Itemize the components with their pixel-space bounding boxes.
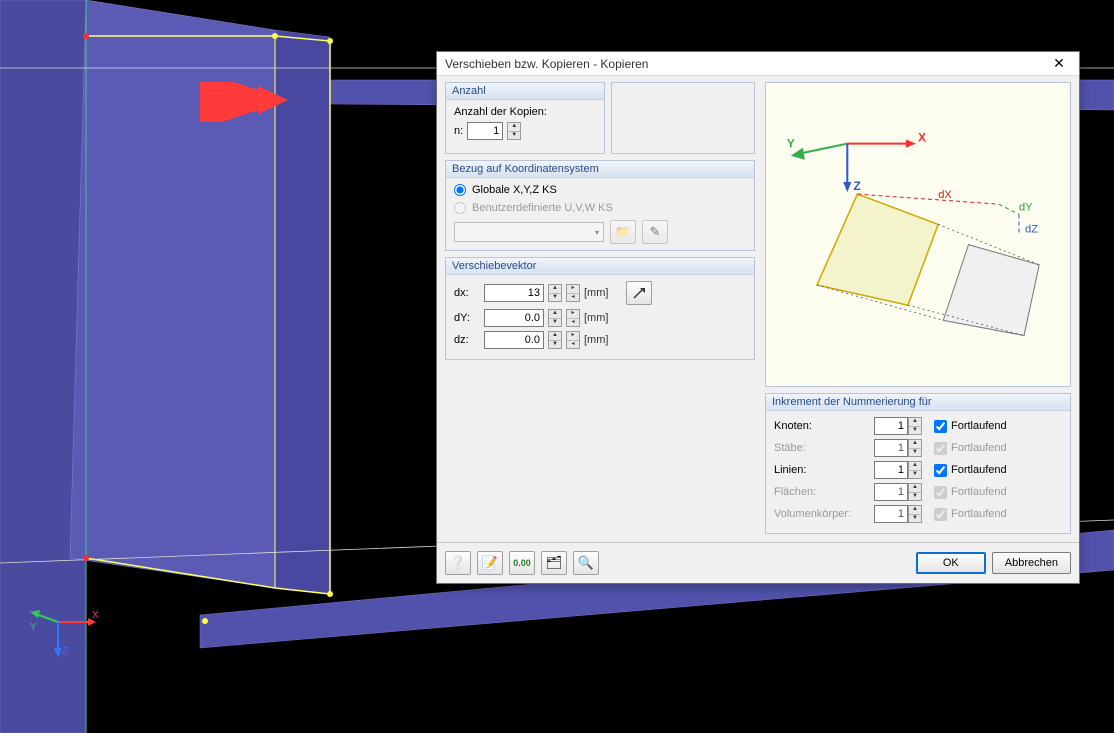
n-label: n: (454, 125, 463, 137)
copies-spinner[interactable]: ▲▼ (507, 122, 521, 140)
inc-continuous-check (934, 442, 947, 455)
dy-spinner-coarse[interactable]: ▸◂ (566, 309, 580, 327)
inc-value-input (874, 505, 908, 523)
cancel-button[interactable]: Abbrechen (992, 552, 1071, 574)
dialog-title: Verschieben bzw. Kopieren - Kopieren (445, 57, 648, 71)
dx-label: dx: (454, 287, 480, 299)
help-button[interactable]: ❔ (445, 551, 471, 575)
inc-spinner[interactable]: ▲▼ (908, 461, 922, 479)
radio-user (454, 202, 466, 214)
group-vector: Verschiebevektor dx: ▲▼ ▸◂ [mm] (445, 257, 755, 360)
group-increment: Inkrement der Nummerierung für Knoten: ▲▼… (765, 393, 1071, 534)
inc-label: Linien: (774, 464, 874, 476)
close-button[interactable]: ✕ (1039, 52, 1079, 75)
inc-continuous-check (934, 508, 947, 521)
dy-unit: [mm] (584, 312, 608, 324)
dy-label: dY: (454, 312, 480, 324)
prev-z: Z (853, 179, 861, 193)
group-bezug: Bezug auf Koordinatensystem Globale X,Y,… (445, 160, 755, 251)
inc-label: Knoten: (774, 420, 874, 432)
cs-open-button: 📁 (610, 220, 636, 244)
dx-input[interactable] (484, 284, 544, 302)
cs-new-button: ✎ (642, 220, 668, 244)
move-copy-dialog: Verschieben bzw. Kopieren - Kopieren ✕ A… (436, 51, 1080, 584)
group-anzahl-head: Anzahl (446, 83, 604, 100)
cs-combo: ▾ (454, 222, 604, 242)
group-anzahl: Anzahl Anzahl der Kopien: n: ▲▼ (445, 82, 605, 154)
prev-y: Y (787, 137, 795, 151)
gizmo-x: X (92, 610, 99, 621)
radio-global[interactable] (454, 184, 466, 196)
copies-input[interactable] (467, 122, 503, 140)
axis-gizmo: X Y Z (30, 600, 100, 663)
prev-dz: dZ (1025, 223, 1038, 235)
gizmo-y: Y (30, 622, 37, 633)
radio-global-label: Globale X,Y,Z KS (472, 184, 557, 196)
increment-row-2: Linien: ▲▼ Fortlaufend (774, 461, 1062, 479)
inc-continuous-label: Fortlaufend (951, 508, 1007, 520)
inc-continuous-check[interactable] (934, 464, 947, 477)
increment-row-4: Volumenkörper: ▲▼ Fortlaufend (774, 505, 1062, 523)
inc-continuous-check (934, 486, 947, 499)
inc-value-input[interactable] (874, 461, 908, 479)
inc-continuous-label: Fortlaufend (951, 420, 1007, 432)
radio-user-label: Benutzerdefinierte U,V,W KS (472, 202, 613, 214)
inc-label: Volumenkörper: (774, 508, 874, 520)
dz-spinner-coarse[interactable]: ▸◂ (566, 331, 580, 349)
gizmo-z: Z (62, 646, 68, 657)
inc-continuous-label: Fortlaufend (951, 486, 1007, 498)
blank-options-box (611, 82, 755, 154)
prev-dy: dY (1019, 201, 1033, 213)
inc-continuous-label: Fortlaufend (951, 464, 1007, 476)
inc-continuous-check[interactable] (934, 420, 947, 433)
dz-input[interactable] (484, 331, 544, 349)
increment-row-3: Flächen: ▲▼ Fortlaufend (774, 483, 1062, 501)
inc-value-input (874, 439, 908, 457)
preview-pane: X Y Z dX dY dZ (765, 82, 1071, 387)
dy-input[interactable] (484, 309, 544, 327)
titlebar[interactable]: Verschieben bzw. Kopieren - Kopieren ✕ (437, 52, 1079, 76)
dx-spinner-coarse[interactable]: ▸◂ (566, 284, 580, 302)
group-vector-head: Verschiebevektor (446, 258, 754, 275)
prev-dx: dX (938, 189, 952, 201)
ok-button[interactable]: OK (916, 552, 986, 574)
dx-spinner[interactable]: ▲▼ (548, 284, 562, 302)
dy-spinner[interactable]: ▲▼ (548, 309, 562, 327)
pick-vector-button[interactable] (626, 281, 652, 305)
zoom-button[interactable]: 🔍 (573, 551, 599, 575)
inc-continuous-label: Fortlaufend (951, 442, 1007, 454)
dz-unit: [mm] (584, 334, 608, 346)
inc-value-input (874, 483, 908, 501)
settings-button[interactable]: 🗂 (541, 551, 567, 575)
group-bezug-head: Bezug auf Koordinatensystem (446, 161, 754, 178)
dz-label: dz: (454, 334, 480, 346)
copies-label: Anzahl der Kopien: (454, 106, 596, 118)
units-button[interactable]: 0.00 (509, 551, 535, 575)
dz-spinner[interactable]: ▲▼ (548, 331, 562, 349)
dx-unit: [mm] (584, 287, 608, 299)
inc-label: Flächen: (774, 486, 874, 498)
inc-spinner: ▲▼ (908, 439, 922, 457)
inc-spinner[interactable]: ▲▼ (908, 417, 922, 435)
notes-button[interactable]: 📝 (477, 551, 503, 575)
dialog-bottom-bar: ❔ 📝 0.00 🗂 🔍 OK Abbrechen (437, 542, 1079, 583)
group-increment-head: Inkrement der Nummerierung für (766, 394, 1070, 411)
arrow-annotation (200, 82, 290, 125)
inc-label: Stäbe: (774, 442, 874, 454)
inc-spinner: ▲▼ (908, 505, 922, 523)
prev-x: X (918, 131, 926, 145)
inc-value-input[interactable] (874, 417, 908, 435)
increment-row-1: Stäbe: ▲▼ Fortlaufend (774, 439, 1062, 457)
increment-row-0: Knoten: ▲▼ Fortlaufend (774, 417, 1062, 435)
inc-spinner: ▲▼ (908, 483, 922, 501)
